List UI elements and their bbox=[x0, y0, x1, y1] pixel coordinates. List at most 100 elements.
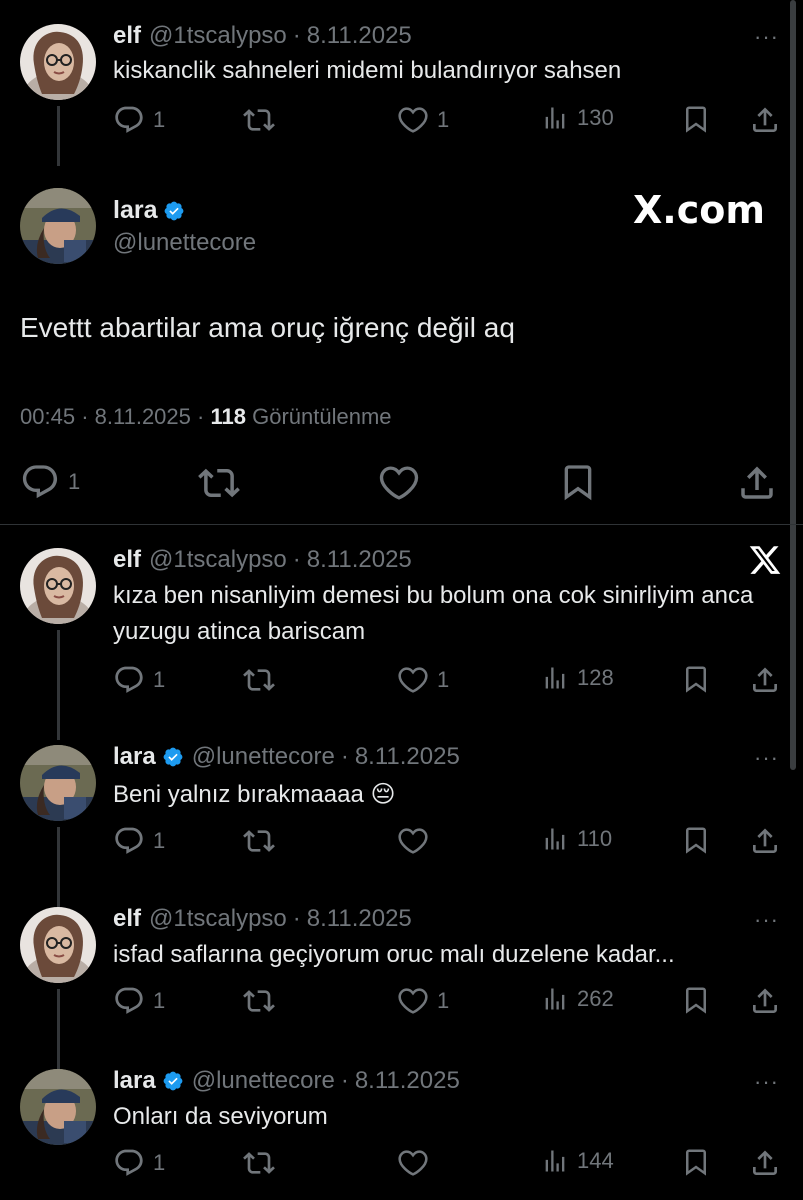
repost-button[interactable] bbox=[243, 985, 275, 1017]
tweet-header: elf @1tscalypso · 8.11.2025 bbox=[113, 546, 412, 574]
views-label: Görüntülenme bbox=[252, 404, 392, 429]
author-name[interactable]: lara bbox=[113, 1067, 156, 1095]
tweet-header: lara @lunettecore · 8.11.2025 bbox=[113, 743, 460, 771]
separator: · bbox=[292, 546, 301, 573]
bookmark-icon bbox=[681, 985, 711, 1015]
bookmark-button[interactable] bbox=[681, 825, 711, 855]
tweet-text: Onları da seviyorum bbox=[113, 1103, 328, 1130]
author-name[interactable]: lara bbox=[113, 196, 157, 225]
avatar[interactable] bbox=[20, 188, 96, 264]
tweet-date[interactable]: 8.11.2025 bbox=[95, 404, 191, 429]
divider bbox=[0, 524, 803, 525]
verified-badge-icon bbox=[162, 1070, 184, 1092]
more-options-icon[interactable]: ··· bbox=[754, 907, 779, 933]
action-bar: 1 110 bbox=[113, 825, 783, 859]
separator: · bbox=[197, 404, 205, 429]
share-button[interactable] bbox=[749, 1147, 781, 1179]
reply-count: 1 bbox=[153, 667, 166, 692]
watermark-text: X.com bbox=[633, 188, 765, 232]
reply-tweet[interactable]: elf @1tscalypso · 8.11.2025 kıza ben nis… bbox=[0, 530, 803, 740]
reply-tweet[interactable]: lara @lunettecore · 8.11.2025 ··· Beni y… bbox=[0, 725, 803, 907]
reply-button[interactable]: 1 bbox=[113, 825, 165, 857]
action-bar: 1 bbox=[0, 462, 803, 502]
separator: · bbox=[340, 743, 349, 770]
share-button[interactable] bbox=[749, 985, 781, 1017]
share-icon bbox=[749, 825, 781, 857]
bookmark-button[interactable] bbox=[681, 1147, 711, 1177]
share-button[interactable] bbox=[736, 462, 778, 504]
reply-icon bbox=[113, 664, 145, 696]
reply-button[interactable]: 1 bbox=[113, 985, 165, 1017]
author-handle[interactable]: @lunettecore bbox=[192, 1067, 335, 1095]
tweet-date[interactable]: 8.11.2025 bbox=[355, 1067, 460, 1095]
heart-icon bbox=[397, 1147, 429, 1179]
reply-button[interactable]: 1 bbox=[113, 1147, 165, 1179]
author-handle[interactable]: @lunettecore bbox=[192, 743, 335, 771]
author-name[interactable]: elf bbox=[113, 546, 141, 574]
bookmark-icon bbox=[681, 1147, 711, 1177]
more-options-icon[interactable]: ··· bbox=[754, 745, 779, 771]
author-handle[interactable]: @lunettecore bbox=[113, 229, 256, 257]
like-button[interactable]: 1 bbox=[397, 664, 449, 696]
view-count: 110 bbox=[577, 826, 613, 851]
heart-icon bbox=[378, 462, 420, 504]
tweet-header: elf @1tscalypso · 8.11.2025 bbox=[113, 905, 412, 933]
reply-button[interactable]: 1 bbox=[20, 462, 80, 502]
share-icon bbox=[749, 985, 781, 1017]
reply-tweet[interactable]: elf @1tscalypso · 8.11.2025 ··· isfad sa… bbox=[0, 887, 803, 1069]
bookmark-button[interactable] bbox=[558, 462, 598, 502]
author-handle[interactable]: @1tscalypso bbox=[149, 546, 287, 574]
views-button[interactable]: 144 bbox=[541, 1147, 614, 1175]
tweet-time[interactable]: 00:45 bbox=[20, 404, 75, 429]
verified-badge-icon bbox=[163, 200, 185, 222]
author-handle[interactable]: @1tscalypso bbox=[149, 905, 287, 933]
tweet-text: Beni yalnız bırakmaaaa 😔 bbox=[113, 781, 396, 808]
action-bar: 1 1 262 bbox=[113, 985, 783, 1019]
share-button[interactable] bbox=[749, 664, 781, 696]
tweet-date[interactable]: 8.11.2025 bbox=[307, 905, 412, 933]
more-options-icon[interactable]: ··· bbox=[754, 1069, 779, 1095]
repost-icon bbox=[243, 1147, 275, 1179]
avatar[interactable] bbox=[20, 548, 96, 624]
tweet-meta: 00:45 · 8.11.2025 · 118 Görüntülenme bbox=[20, 404, 392, 430]
avatar[interactable] bbox=[20, 907, 96, 983]
action-bar: 1 1 128 bbox=[113, 664, 783, 698]
repost-icon bbox=[198, 462, 240, 504]
share-button[interactable] bbox=[749, 825, 781, 857]
like-button[interactable] bbox=[397, 825, 429, 857]
like-button[interactable] bbox=[378, 462, 420, 504]
bookmark-icon bbox=[681, 664, 711, 694]
repost-button[interactable] bbox=[243, 1147, 275, 1179]
like-button[interactable]: 1 bbox=[397, 985, 449, 1017]
reply-tweet[interactable]: lara @lunettecore · 8.11.2025 ··· Onları… bbox=[0, 1049, 803, 1200]
author-name-row: lara bbox=[113, 196, 185, 225]
views-icon bbox=[541, 1147, 569, 1175]
heart-icon bbox=[397, 985, 429, 1017]
views-icon bbox=[541, 825, 569, 853]
share-icon bbox=[749, 1147, 781, 1179]
views-button[interactable]: 110 bbox=[541, 825, 612, 853]
views-button[interactable]: 128 bbox=[541, 664, 614, 692]
tweet-date[interactable]: 8.11.2025 bbox=[307, 546, 412, 574]
tweet-text: isfad saflarına geçiyorum oruc malı duze… bbox=[113, 941, 675, 968]
tweet-date[interactable]: 8.11.2025 bbox=[355, 743, 460, 771]
avatar[interactable] bbox=[20, 745, 96, 821]
like-button[interactable] bbox=[397, 1147, 429, 1179]
share-icon bbox=[736, 462, 778, 504]
author-name[interactable]: elf bbox=[113, 905, 141, 933]
avatar[interactable] bbox=[20, 1069, 96, 1145]
reply-button[interactable]: 1 bbox=[113, 664, 165, 696]
bookmark-icon bbox=[558, 462, 598, 502]
repost-button[interactable] bbox=[198, 462, 240, 504]
repost-button[interactable] bbox=[243, 664, 275, 696]
repost-icon bbox=[243, 825, 275, 857]
author-name[interactable]: lara bbox=[113, 743, 156, 771]
repost-button[interactable] bbox=[243, 825, 275, 857]
views-button[interactable]: 262 bbox=[541, 985, 614, 1013]
heart-icon bbox=[397, 664, 429, 696]
tweet-text: kıza ben nisanliyim demesi bu bolum ona … bbox=[113, 582, 754, 645]
repost-icon bbox=[243, 664, 275, 696]
bookmark-button[interactable] bbox=[681, 985, 711, 1015]
verified-badge-icon bbox=[162, 746, 184, 768]
bookmark-button[interactable] bbox=[681, 664, 711, 694]
